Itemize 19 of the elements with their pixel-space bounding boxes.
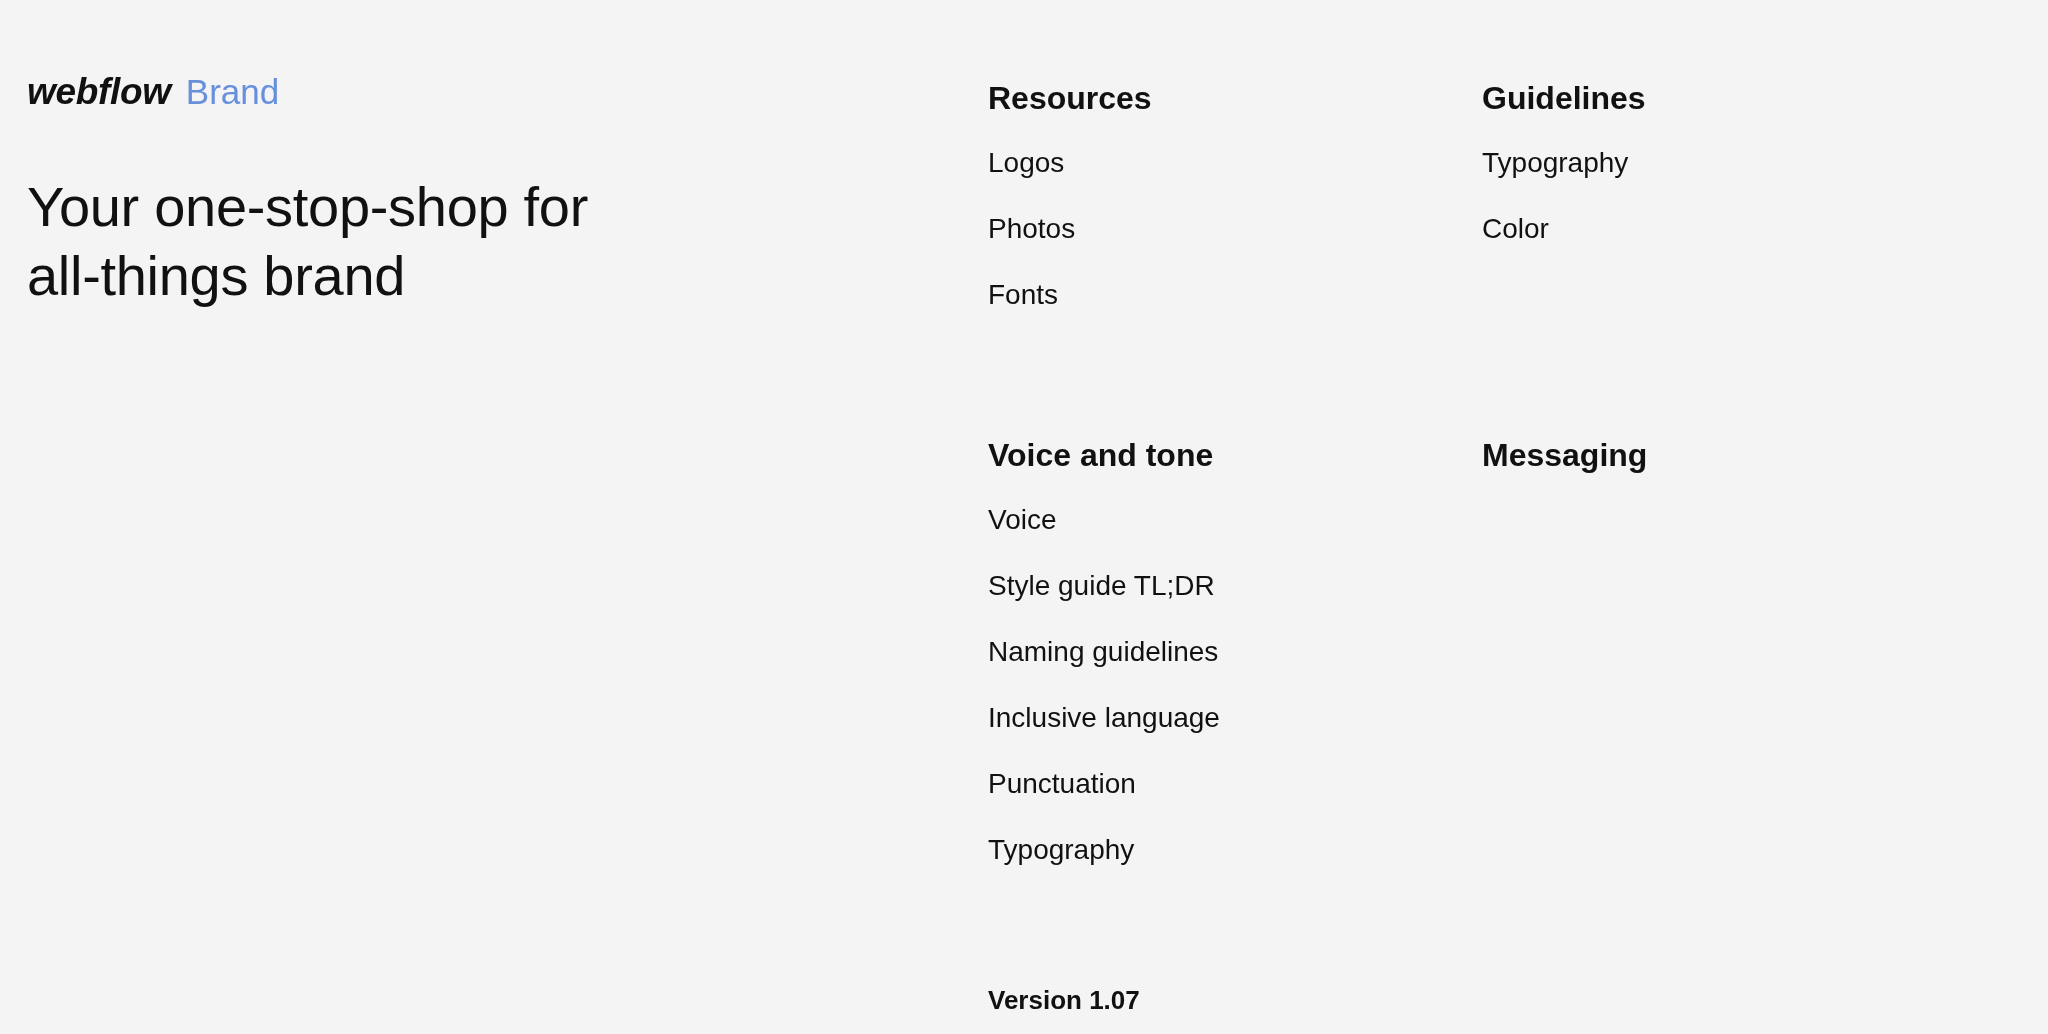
nav-link[interactable]: Inclusive language [988,700,1220,736]
version-label: Version 1.07 [988,985,1140,1015]
logo-wordmark[interactable]: webflow [27,70,171,114]
section-heading: Resources [988,79,1152,118]
nav-link[interactable]: Punctuation [988,766,1136,802]
section-heading: Messaging [1482,436,1648,475]
nav-link[interactable]: Voice [988,502,1057,538]
nav-link[interactable]: Typography [1482,145,1629,181]
nav-link[interactable]: Photos [988,211,1076,247]
section-heading: Voice and tone [988,436,1214,475]
section-heading: Guidelines [1482,79,1646,118]
nav-link[interactable]: Style guide TL;DR [988,568,1215,604]
nav-link[interactable]: Logos [988,145,1065,181]
headline: Your one-stop-shop for all-things brand [27,174,590,309]
nav-link[interactable]: Color [1482,211,1549,247]
nav-link[interactable]: Naming guidelines [988,634,1219,670]
brand-label: Brand [185,71,280,113]
nav-link[interactable]: Typography [988,832,1135,868]
nav-link[interactable]: Fonts [988,277,1059,313]
